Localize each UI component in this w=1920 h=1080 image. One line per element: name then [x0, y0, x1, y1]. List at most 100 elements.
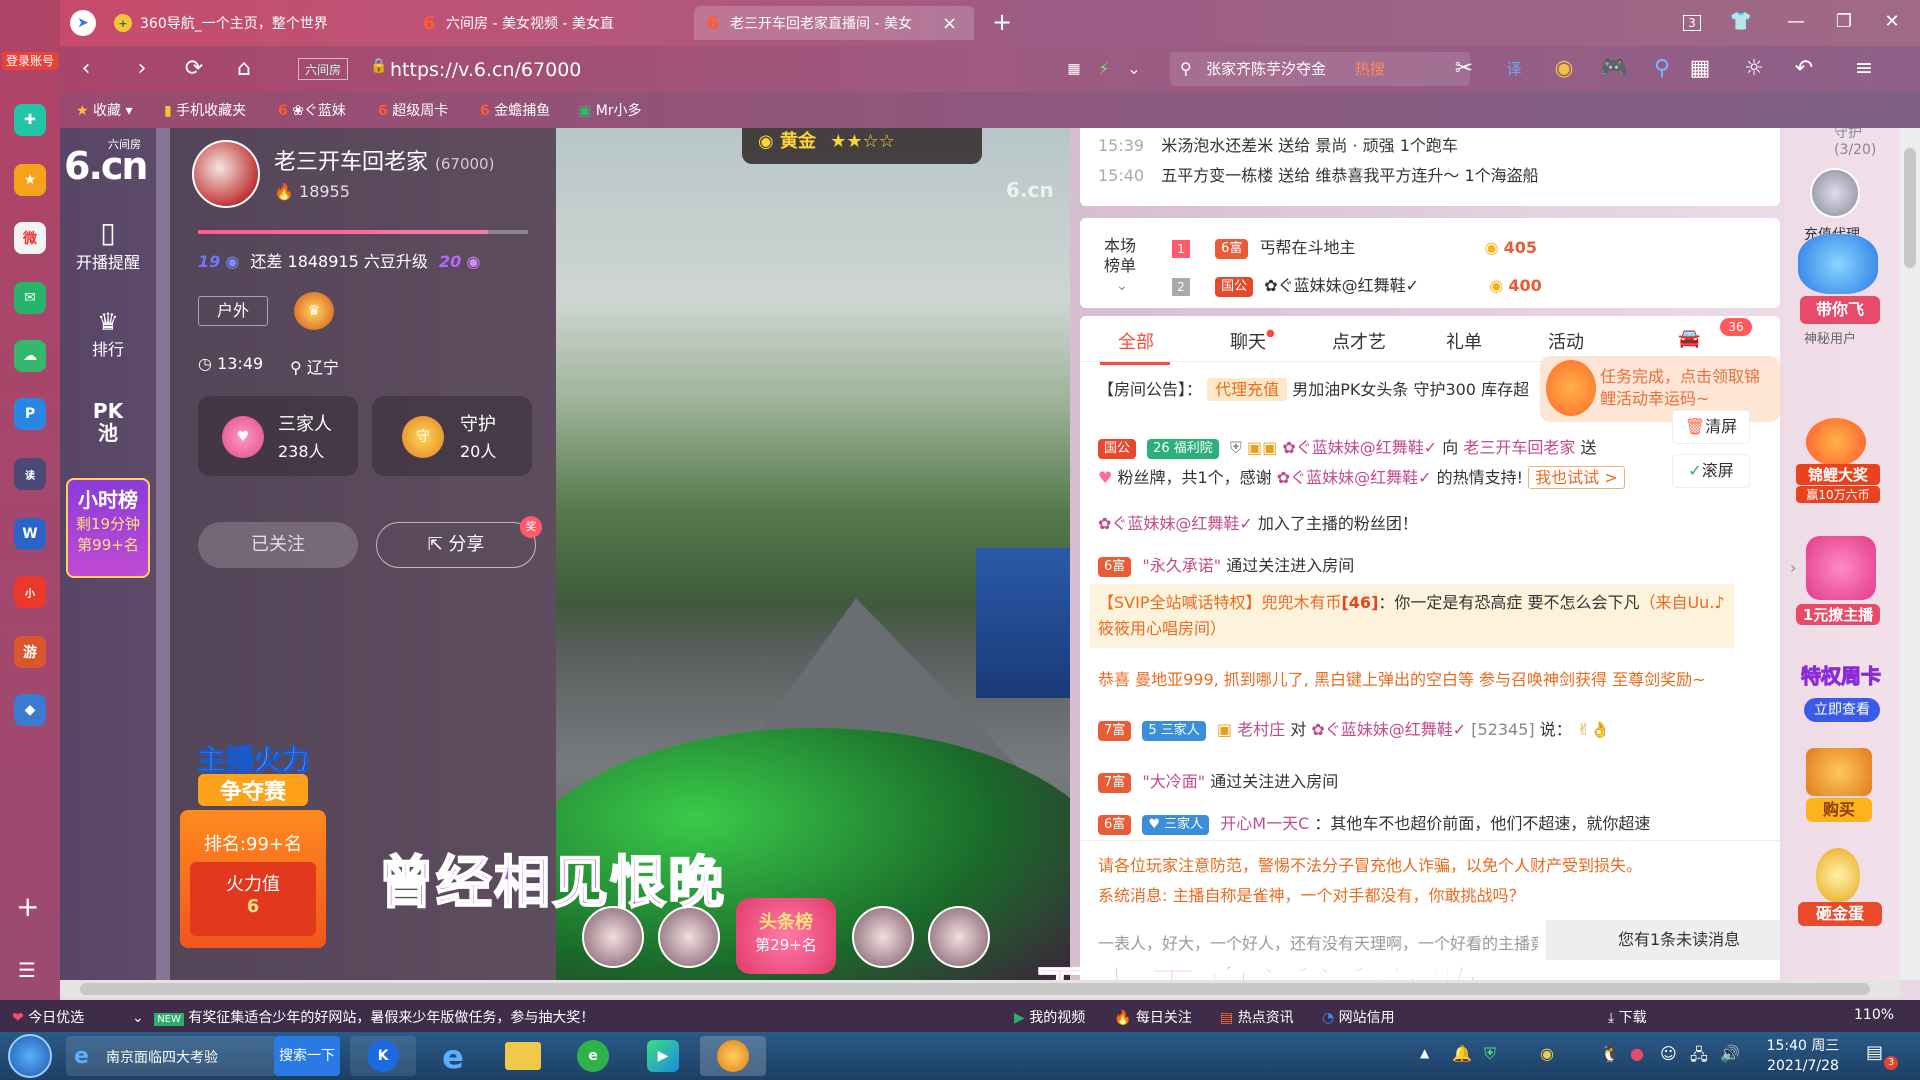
follow-button[interactable]: 已关注 [198, 522, 358, 568]
task-ie[interactable]: e [420, 1036, 486, 1076]
koi-promo[interactable]: 锦鲤大奖 赢10万六币 [1796, 418, 1880, 518]
user-name[interactable]: "永久承诺" [1142, 556, 1221, 575]
status-my-video[interactable]: ▶ 我的视频 [1014, 1007, 1085, 1027]
guard-card[interactable]: 守 守护 20人 [372, 396, 532, 476]
nav-pk-pool[interactable]: PK池 [60, 400, 156, 444]
minimize-button[interactable]: — [1780, 8, 1812, 36]
sidebar-plus-icon[interactable]: ✚ [14, 104, 46, 136]
nav-live-reminder[interactable]: ▯ 开播提醒 [60, 216, 156, 273]
board-row[interactable]: 2 国公 ✿ぐ蓝妹妹@红舞鞋✓ ◉ 400 [1172, 272, 1542, 297]
status-daily-follow[interactable]: 🔥 每日关注 [1114, 1007, 1192, 1027]
unread-bar[interactable]: 您有1条未读消息 [1546, 920, 1780, 960]
clear-screen-button[interactable]: 🗑清屏 [1672, 410, 1750, 444]
status-hot-news[interactable]: ▤ 热点资讯 [1220, 1007, 1294, 1027]
family-card[interactable]: ♥ 三家人 238人 [198, 396, 358, 476]
user-name[interactable]: 开心M一天C [1220, 814, 1309, 833]
heart-promo[interactable]: 1元撩主播 [1796, 536, 1880, 646]
task-k-app[interactable]: K [350, 1036, 416, 1076]
start-button[interactable] [8, 1034, 52, 1078]
tray-clock[interactable]: 15:40 周三 2021/7/28 [1758, 1036, 1848, 1076]
refresh-icon[interactable]: ⟳ [180, 55, 208, 83]
sidebar-weibo-icon[interactable]: 微 [14, 222, 46, 254]
user-name[interactable]: ✿ぐ蓝妹妹@红舞鞋✓ [1282, 438, 1437, 457]
dropdown-icon[interactable]: ⌄ [1120, 55, 1148, 83]
undo-icon[interactable]: ↶ [1790, 55, 1818, 83]
viewer-avatar[interactable] [928, 906, 990, 968]
speed-icon[interactable]: ⚡ [1090, 55, 1118, 83]
user-name[interactable]: ✿ぐ蓝妹妹@红舞鞋✓ [1098, 514, 1253, 533]
sidebar-doc-icon[interactable]: W [14, 518, 46, 550]
weekcard-button[interactable]: 立即查看 [1804, 698, 1880, 722]
board-title[interactable]: 本场榜单 [1104, 236, 1144, 276]
page-v-scrollbar[interactable] [1900, 128, 1920, 980]
send-icon[interactable]: ➤ [70, 10, 96, 36]
skin-icon[interactable]: 👕 [1725, 8, 1757, 36]
bookmark-favorites[interactable]: ★ 收藏 ▾ [76, 100, 133, 120]
tray-shield-icon[interactable]: ⛨ [1484, 1044, 1496, 1064]
plane-promo[interactable]: 带你飞 神秘用户 [1794, 234, 1884, 347]
restore-button[interactable]: ❐ [1828, 8, 1860, 36]
tray-network-icon[interactable]: 🖧 [1690, 1044, 1708, 1071]
bookmark-weekcard[interactable]: 6 超级周卡 [378, 100, 448, 120]
grid-icon[interactable]: ▦ [1060, 55, 1088, 83]
scroll-screen-button[interactable]: ✓滚屏 [1672, 454, 1750, 488]
gamepad-icon[interactable]: 🎮 [1600, 55, 1628, 83]
tab-count-button[interactable]: 3 [1676, 8, 1708, 36]
task-360-browser[interactable]: e [560, 1036, 626, 1076]
tray-person-icon[interactable]: ☺ [1660, 1044, 1677, 1063]
board-row[interactable]: 1 6富 丐帮在斗地主 ◉ 405 [1172, 234, 1537, 259]
tray-volume-icon[interactable]: 🔊 [1720, 1044, 1740, 1063]
sidebar-app-icon[interactable]: ◆ [14, 694, 46, 726]
sidebar-cloud-icon[interactable]: ☁ [14, 340, 46, 372]
tray-app-icon[interactable]: ◉ [1540, 1044, 1554, 1063]
anchor-tag[interactable]: 户外 [198, 296, 268, 326]
task-game[interactable] [700, 1036, 766, 1076]
search-button[interactable]: 搜索一下 [274, 1036, 340, 1076]
user-name[interactable]: "大冷面" [1142, 772, 1205, 791]
sidebar-star-icon[interactable]: ★ [14, 164, 46, 196]
bookmark-lanmei[interactable]: 6 ❀ぐ蓝妹 [278, 100, 346, 120]
headline-badge[interactable]: 头条榜 第29+名 [736, 898, 836, 974]
task-explorer[interactable] [490, 1036, 556, 1076]
task-ie-news[interactable]: e 南京面临四大考验 [66, 1036, 276, 1076]
sidebar-add-icon[interactable]: + [16, 890, 39, 923]
translate-icon[interactable]: 译 [1500, 55, 1528, 83]
search-input[interactable]: ⚲ 张家齐陈芋汐夺金 热搜 [1170, 52, 1470, 86]
tray-color-icon[interactable]: ● [1630, 1044, 1644, 1063]
hot-search-tag[interactable]: 热搜 [1355, 60, 1385, 78]
tray-up-icon[interactable]: ▲ [1420, 1046, 1429, 1060]
viewer-avatar[interactable] [852, 906, 914, 968]
tab-talent[interactable]: 点才艺 [1332, 328, 1386, 354]
tray-bell-icon[interactable]: 🔔 [1452, 1044, 1472, 1063]
status-zoom[interactable]: 110% [1854, 1007, 1894, 1023]
bookmark-mrxiaoduo[interactable]: ▣ Mr小多 [578, 100, 642, 120]
site-logo[interactable]: 六间房 6.cn [64, 136, 154, 188]
bookmark-mobile[interactable]: ▮ 手机收藏夹 [164, 100, 246, 120]
egg-promo[interactable]: 砸金蛋 [1798, 848, 1882, 928]
magnifier-icon[interactable]: ⚲ [1648, 55, 1676, 83]
tab-gift-list[interactable]: 礼单 [1446, 328, 1482, 354]
share-button[interactable]: ⇱ 分享 [376, 522, 536, 568]
new-tab-button[interactable]: + [986, 8, 1018, 36]
forward-icon[interactable]: › [128, 55, 156, 83]
coin-icon[interactable]: ◉ [1550, 55, 1578, 83]
tab-360-nav[interactable]: + 360导航_一个主页，整个世界 [104, 6, 404, 40]
rank-top-banner[interactable]: ◉ 黄金 ★★☆☆ [742, 128, 982, 164]
news-ticker[interactable]: ⌄ NEW 有奖征集适合少年的好网站，暑假来少年版做任务，参与抽大奖！ [132, 1007, 594, 1027]
hour-rank-card[interactable]: 小时榜 剩19分钟 第99+名 [66, 478, 150, 578]
notice-agent[interactable]: 代理充值 [1207, 378, 1288, 401]
sidebar-game-icon[interactable]: 游 [14, 636, 46, 668]
target-name[interactable]: 老三开车回老家 [1463, 438, 1575, 457]
home-icon[interactable]: ⌂ [230, 55, 258, 83]
back-icon[interactable]: ‹ [72, 55, 100, 83]
target-name[interactable]: ✿ぐ蓝妹妹@红舞鞋✓ [1311, 720, 1466, 739]
url-field[interactable]: https://v.6.cn/67000 [390, 56, 1170, 84]
tab-all[interactable]: 全部 [1100, 328, 1170, 365]
task-player[interactable]: ▶ [630, 1036, 696, 1076]
sidebar-mail-icon[interactable]: ✉ [14, 282, 46, 314]
page-h-scrollbar[interactable] [60, 980, 1900, 998]
menu-icon[interactable]: ≡ [1850, 55, 1878, 83]
page-v-scroll-thumb[interactable] [1904, 148, 1916, 268]
notification-center[interactable]: ▤ 3 [1866, 1042, 1898, 1070]
tab-6cn-home[interactable]: 6 六间房 - 美女视频 - 美女直 [410, 6, 680, 40]
